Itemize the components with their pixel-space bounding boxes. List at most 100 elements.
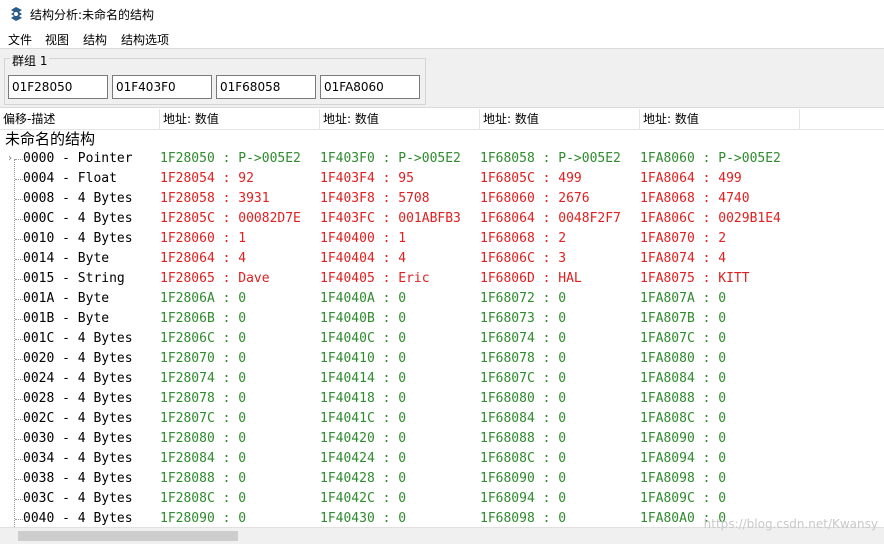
row-value-cell: 1F40414 : 0 [320, 371, 407, 386]
row-value-cell: 1F6806D : HAL [480, 271, 582, 286]
tree-branch-line [15, 279, 23, 280]
group-panel: 群组 1 [0, 48, 884, 108]
row-value-cell: 1F28080 : 0 [160, 431, 247, 446]
menu-view[interactable]: 视图 [44, 31, 70, 48]
row-value-cell: 1F68058 : P->005E2 [480, 151, 621, 166]
row-value-cell: 1F403F4 : 95 [320, 171, 414, 186]
row-value-cell: 1F4042C : 0 [320, 491, 407, 506]
structure-row[interactable]: 0034 - 4 Bytes 1F28084 : 0 1F40424 : 0 1F68… [0, 449, 884, 469]
row-value-cell: 1FA807A : 0 [640, 291, 727, 306]
row-value-cell: 1F40404 : 4 [320, 251, 407, 266]
row-value-cell: 1F28090 : 0 [160, 511, 247, 526]
row-offset-desc: 0028 - 4 Bytes [23, 391, 133, 406]
structure-row[interactable]: 003C - 4 Bytes 1F2808C : 0 1F4042C : 0 1F68… [0, 489, 884, 509]
structure-row[interactable]: 0008 - 4 Bytes 1F28058 : 3931 1F403F8 : 57… [0, 189, 884, 209]
row-value-cell: 1F2806A : 0 [160, 291, 247, 306]
row-value-cell: 1F68098 : 0 [480, 511, 567, 526]
column-header-value-4[interactable]: 地址: 数值 [640, 109, 800, 130]
row-value-cell: 1F4040A : 0 [320, 291, 407, 306]
row-value-cell: 1FA8088 : 0 [640, 391, 727, 406]
row-value-cell: 1F2808C : 0 [160, 491, 247, 506]
menu-structure-options[interactable]: 结构选项 [120, 31, 170, 48]
menu-bar: 文件 视图 结构 结构选项 [0, 28, 884, 48]
structure-row[interactable]: 001C - 4 Bytes 1F2806C : 0 1F4040C : 0 1F68… [0, 329, 884, 349]
row-value-cell: 1F68094 : 0 [480, 491, 567, 506]
row-value-cell: 1F68060 : 2676 [480, 191, 590, 206]
row-value-cell: 1FA806C : 0029B1E4 [640, 211, 781, 226]
row-offset-desc: 0004 - Float [23, 171, 117, 186]
row-value-cell: 1FA809C : 0 [640, 491, 727, 506]
column-header-value-3[interactable]: 地址: 数值 [480, 109, 640, 130]
cheat-engine-icon [11, 7, 22, 21]
structure-row[interactable]: 0015 - String 1F28065 : Dave 1F40405 : Eri… [0, 269, 884, 289]
menu-structure[interactable]: 结构 [82, 31, 108, 48]
address-input-3[interactable] [216, 75, 316, 99]
row-value-cell: 1F68084 : 0 [480, 411, 567, 426]
structure-row[interactable]: 001B - Byte 1F2806B : 0 1F4040B : 0 1F68073… [0, 309, 884, 329]
row-value-cell: 1F40424 : 0 [320, 451, 407, 466]
row-value-cell: 1FA807B : 0 [640, 311, 727, 326]
expand-arrow-icon[interactable]: › [7, 149, 13, 169]
row-value-cell: 1F403F8 : 5708 [320, 191, 430, 206]
structure-row[interactable]: 0028 - 4 Bytes 1F28078 : 0 1F40418 : 0 1F68… [0, 389, 884, 409]
structure-row[interactable]: 002C - 4 Bytes 1F2807C : 0 1F4041C : 0 1F68… [0, 409, 884, 429]
scrollbar-thumb[interactable] [18, 531, 238, 541]
row-value-cell: 1F2807C : 0 [160, 411, 247, 426]
row-value-cell: 1FA8090 : 0 [640, 431, 727, 446]
tree-branch-line [15, 199, 23, 200]
row-value-cell: 1FA808C : 0 [640, 411, 727, 426]
tree-branch-line [15, 359, 23, 360]
structure-row[interactable]: 0010 - 4 Bytes 1F28060 : 1 1F40400 : 1 1F68… [0, 229, 884, 249]
row-value-cell: 1F403F0 : P->005E2 [320, 151, 461, 166]
tree-branch-line [15, 159, 23, 160]
column-header-value-1[interactable]: 地址: 数值 [160, 109, 320, 130]
row-value-cell: 1F28058 : 3931 [160, 191, 270, 206]
row-value-cell: 1F6805C : 499 [480, 171, 582, 186]
row-offset-desc: 003C - 4 Bytes [23, 491, 133, 506]
row-value-cell: 1F28074 : 0 [160, 371, 247, 386]
tree-branch-line [15, 479, 23, 480]
row-value-cell: 1FA8064 : 499 [640, 171, 742, 186]
column-header-offset-desc[interactable]: 偏移-描述 [0, 109, 160, 130]
row-value-cell: 1F40405 : Eric [320, 271, 430, 286]
row-value-cell: 1F403FC : 001ABFB3 [320, 211, 461, 226]
row-offset-desc: 0000 - Pointer [23, 151, 133, 166]
structure-row[interactable]: 0024 - 4 Bytes 1F28074 : 0 1F40414 : 0 1F68… [0, 369, 884, 389]
row-value-cell: 1F68074 : 0 [480, 331, 567, 346]
tree-branch-line [15, 319, 23, 320]
row-value-cell: 1F28084 : 0 [160, 451, 247, 466]
address-input-1[interactable] [8, 75, 108, 99]
column-header-row: 偏移-描述 地址: 数值 地址: 数值 地址: 数值 地址: 数值 [0, 109, 884, 130]
row-value-cell: 1F2806B : 0 [160, 311, 247, 326]
tree-branch-line [15, 239, 23, 240]
row-value-cell: 1F4040B : 0 [320, 311, 407, 326]
menu-file[interactable]: 文件 [7, 31, 33, 48]
row-offset-desc: 001B - Byte [23, 311, 110, 326]
row-value-cell: 1F28078 : 0 [160, 391, 247, 406]
tree-branch-line [15, 419, 23, 420]
row-value-cell: 1FA8068 : 4740 [640, 191, 750, 206]
row-value-cell: 1F28054 : 92 [160, 171, 254, 186]
structure-row[interactable]: 0020 - 4 Bytes 1F28070 : 0 1F40410 : 0 1F68… [0, 349, 884, 369]
structure-row[interactable]: 0038 - 4 Bytes 1F28088 : 0 1F40428 : 0 1F68… [0, 469, 884, 489]
address-input-2[interactable] [112, 75, 212, 99]
watermark: https://blog.csdn.net/Kwansy [703, 517, 878, 531]
structure-tree[interactable]: › 0000 - Pointer 1F28050 : P->005E2 1F403F0… [0, 149, 884, 527]
structure-row[interactable]: 001A - Byte 1F2806A : 0 1F4040A : 0 1F68072… [0, 289, 884, 309]
address-input-4[interactable] [320, 75, 420, 99]
structure-row[interactable]: 000C - 4 Bytes 1F2805C : 00082D7E 1F403FC … [0, 209, 884, 229]
row-value-cell: 1F68072 : 0 [480, 291, 567, 306]
row-value-cell: 1F68068 : 2 [480, 231, 567, 246]
tree-branch-line [15, 499, 23, 500]
row-value-cell: 1F28065 : Dave [160, 271, 270, 286]
structure-row[interactable]: › 0000 - Pointer 1F28050 : P->005E2 1F403F0… [0, 149, 884, 169]
structure-row[interactable]: 0030 - 4 Bytes 1F28080 : 0 1F40420 : 0 1F68… [0, 429, 884, 449]
row-value-cell: 1F40430 : 0 [320, 511, 407, 526]
column-header-value-2[interactable]: 地址: 数值 [320, 109, 480, 130]
structure-row[interactable]: 0004 - Float 1F28054 : 92 1F403F4 : 95 1F68… [0, 169, 884, 189]
tree-branch-line [15, 519, 23, 520]
row-value-cell: 1F28070 : 0 [160, 351, 247, 366]
row-offset-desc: 001C - 4 Bytes [23, 331, 133, 346]
structure-row[interactable]: 0014 - Byte 1F28064 : 4 1F40404 : 4 1F6806C… [0, 249, 884, 269]
tree-branch-line [15, 339, 23, 340]
